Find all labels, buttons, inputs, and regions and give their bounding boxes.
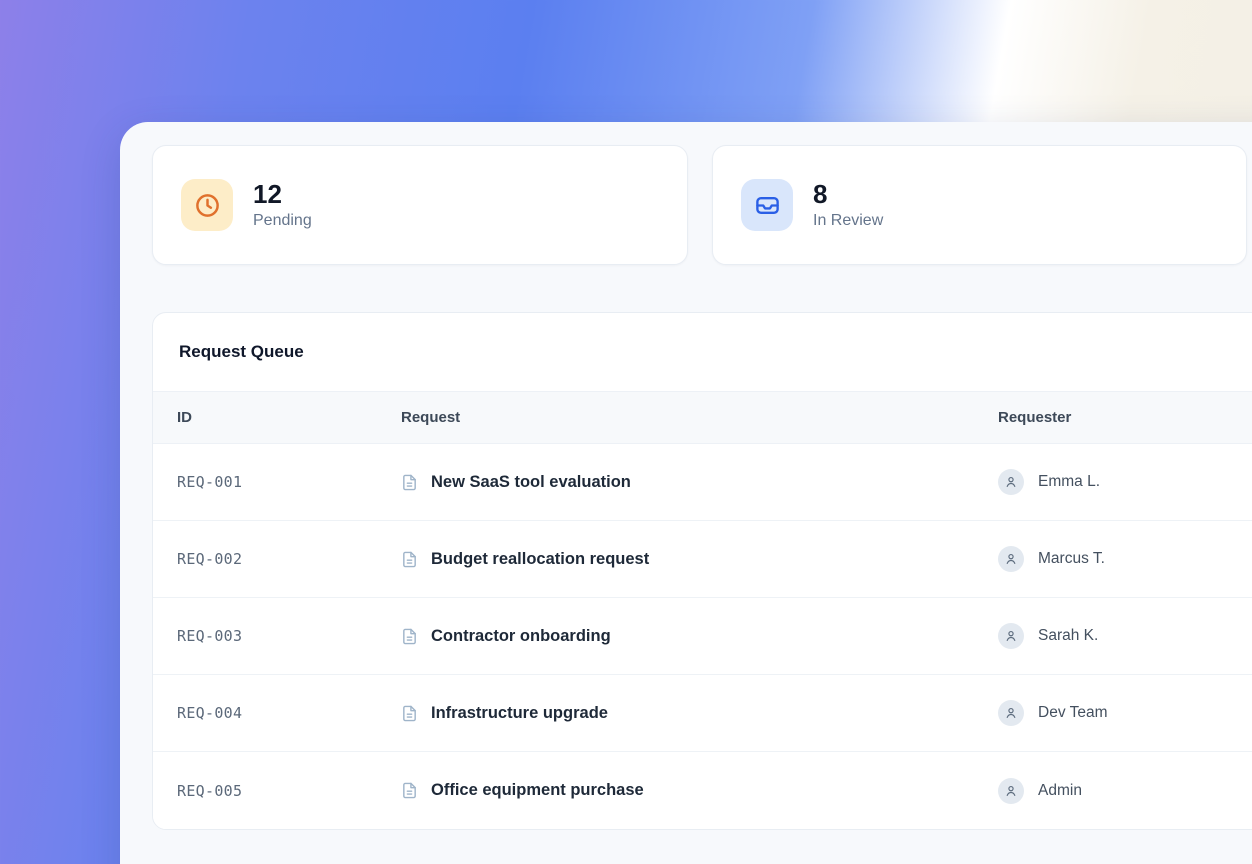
request-cell: New SaaS tool evaluation bbox=[401, 473, 998, 492]
request-cell: Contractor onboarding bbox=[401, 627, 998, 646]
table-row[interactable]: REQ-001 New SaaS tool evaluation Emma L. bbox=[153, 444, 1252, 521]
request-id: REQ-004 bbox=[177, 704, 401, 722]
requester-cell: Marcus T. bbox=[998, 546, 1252, 572]
person-icon bbox=[1004, 706, 1018, 720]
requester-cell: Admin bbox=[998, 778, 1252, 804]
requester-cell: Sarah K. bbox=[998, 623, 1252, 649]
requester-name: Emma L. bbox=[1038, 473, 1100, 491]
person-icon bbox=[1004, 784, 1018, 798]
in-review-stat-text: 8 In Review bbox=[813, 180, 883, 231]
column-header-requester: Requester bbox=[998, 409, 1252, 426]
document-icon bbox=[401, 474, 418, 491]
in-review-label: In Review bbox=[813, 212, 883, 230]
document-icon bbox=[401, 551, 418, 568]
avatar bbox=[998, 469, 1024, 495]
request-title: Office equipment purchase bbox=[431, 781, 644, 800]
clock-icon bbox=[194, 192, 221, 219]
column-header-request: Request bbox=[401, 409, 998, 426]
person-icon bbox=[1004, 552, 1018, 566]
avatar bbox=[998, 700, 1024, 726]
avatar bbox=[998, 546, 1024, 572]
request-id: REQ-001 bbox=[177, 473, 401, 491]
pending-icon-tile bbox=[181, 179, 233, 231]
request-id: REQ-003 bbox=[177, 627, 401, 645]
table-title-bar: Request Queue bbox=[153, 313, 1252, 391]
request-cell: Infrastructure upgrade bbox=[401, 704, 998, 723]
main-panel: 12 Pending 8 In Review Request Queue ID … bbox=[120, 122, 1252, 864]
stat-card-pending: 12 Pending bbox=[152, 145, 688, 265]
pending-stat-text: 12 Pending bbox=[253, 180, 312, 231]
table-row[interactable]: REQ-002 Budget reallocation request Marc… bbox=[153, 521, 1252, 598]
requester-name: Sarah K. bbox=[1038, 627, 1098, 645]
table-header-row: ID Request Requester bbox=[153, 391, 1252, 444]
avatar bbox=[998, 623, 1024, 649]
request-queue-card: Request Queue ID Request Requester REQ-0… bbox=[152, 312, 1252, 830]
request-title: New SaaS tool evaluation bbox=[431, 473, 631, 492]
stats-row: 12 Pending 8 In Review bbox=[152, 145, 1252, 265]
request-title: Budget reallocation request bbox=[431, 550, 649, 569]
column-header-id: ID bbox=[177, 409, 401, 426]
document-icon bbox=[401, 705, 418, 722]
in-review-count: 8 bbox=[813, 180, 883, 210]
table-row[interactable]: REQ-004 Infrastructure upgrade Dev Team bbox=[153, 675, 1252, 752]
table-row[interactable]: REQ-003 Contractor onboarding Sarah K. bbox=[153, 598, 1252, 675]
request-title: Infrastructure upgrade bbox=[431, 704, 608, 723]
request-id: REQ-005 bbox=[177, 782, 401, 800]
request-cell: Office equipment purchase bbox=[401, 781, 998, 800]
requester-name: Marcus T. bbox=[1038, 550, 1105, 568]
requester-name: Admin bbox=[1038, 782, 1082, 800]
document-icon bbox=[401, 782, 418, 799]
inbox-icon bbox=[754, 192, 781, 219]
avatar bbox=[998, 778, 1024, 804]
person-icon bbox=[1004, 475, 1018, 489]
pending-count: 12 bbox=[253, 180, 312, 210]
table-row[interactable]: REQ-005 Office equipment purchase Admin bbox=[153, 752, 1252, 829]
requester-cell: Dev Team bbox=[998, 700, 1252, 726]
request-id: REQ-002 bbox=[177, 550, 401, 568]
document-icon bbox=[401, 628, 418, 645]
table-title: Request Queue bbox=[179, 342, 304, 362]
requester-cell: Emma L. bbox=[998, 469, 1252, 495]
request-title: Contractor onboarding bbox=[431, 627, 611, 646]
requester-name: Dev Team bbox=[1038, 704, 1108, 722]
in-review-icon-tile bbox=[741, 179, 793, 231]
stat-card-in-review: 8 In Review bbox=[712, 145, 1247, 265]
pending-label: Pending bbox=[253, 212, 312, 230]
dashboard-page: { "stats": [ { "value": "12", "label": "… bbox=[0, 0, 1252, 864]
request-cell: Budget reallocation request bbox=[401, 550, 998, 569]
person-icon bbox=[1004, 629, 1018, 643]
